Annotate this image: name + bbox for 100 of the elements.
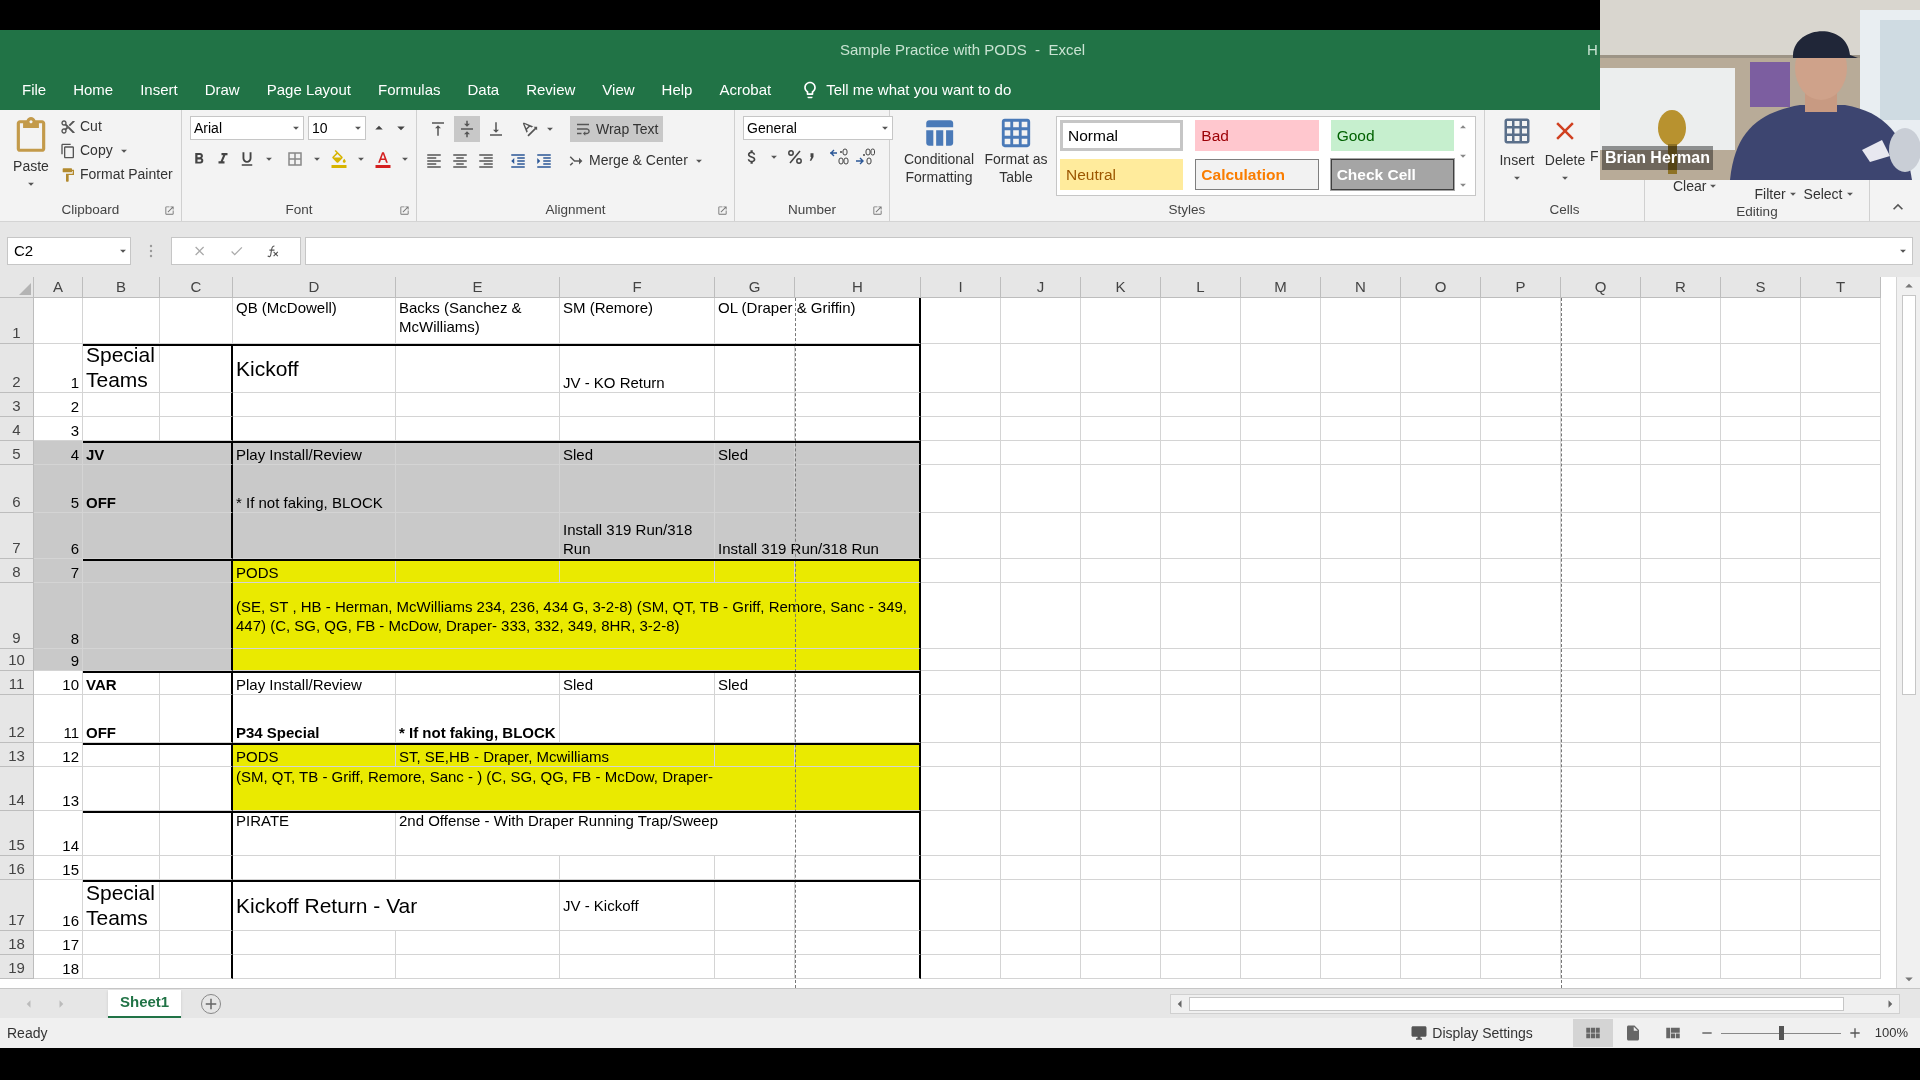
tell-me-search[interactable]: Tell me what you want to do: [826, 78, 1012, 102]
paste-button[interactable]: Paste: [8, 116, 54, 199]
cell-style-swatch[interactable]: Neutral: [1060, 159, 1184, 190]
merge-center-button[interactable]: Merge & Center: [567, 150, 706, 171]
font-name-field[interactable]: Arial: [190, 116, 304, 140]
ribbon-tab[interactable]: Draw: [204, 78, 240, 102]
wrap-text-button[interactable]: Wrap Text: [570, 116, 663, 142]
table-cell: 8: [34, 583, 83, 649]
group-label: Alignment: [545, 200, 606, 219]
group-label: Styles: [1168, 200, 1206, 219]
column-header[interactable]: D: [233, 277, 396, 297]
table-cell: OFF: [83, 465, 233, 513]
table-cell: 15: [34, 856, 83, 880]
conditional-formatting-button[interactable]: Conditional Formatting: [898, 116, 980, 199]
column-header[interactable]: B: [83, 277, 160, 297]
column-header[interactable]: I: [921, 277, 1001, 297]
column-header[interactable]: K: [1081, 277, 1161, 297]
column-header[interactable]: C: [160, 277, 233, 297]
insert-button[interactable]: Insert: [1493, 116, 1541, 199]
format-as-table-button[interactable]: Format as Table: [980, 116, 1052, 199]
row-header[interactable]: 8: [0, 559, 34, 583]
table-cell: 4: [34, 441, 83, 465]
column-header[interactable]: F: [560, 277, 715, 297]
table-cell: Sled: [560, 441, 715, 465]
column-header[interactable]: E: [396, 277, 560, 297]
table-cell: 5: [34, 465, 83, 513]
row-header[interactable]: 19: [0, 955, 34, 979]
column-header[interactable]: R: [1641, 277, 1721, 297]
font-size-field[interactable]: 10: [308, 116, 366, 140]
row-header[interactable]: 2: [0, 344, 34, 393]
column-header[interactable]: N: [1321, 277, 1401, 297]
table-cell: 11: [34, 695, 83, 743]
table-cell: Sled: [560, 671, 715, 695]
table-cell: JV - Kickoff: [560, 880, 715, 931]
row-header[interactable]: 6: [0, 465, 34, 513]
delete-button[interactable]: Delete: [1541, 116, 1589, 199]
ribbon-tab[interactable]: Home: [73, 78, 114, 102]
table-cell: 2: [34, 393, 83, 417]
sheet-tab[interactable]: Sheet1: [108, 989, 182, 1018]
table-cell: JV - KO Return: [560, 344, 715, 393]
ribbon-tab[interactable]: View: [602, 78, 635, 102]
group-label: Editing: [1736, 203, 1778, 221]
column-header[interactable]: S: [1721, 277, 1801, 297]
column-header[interactable]: J: [1001, 277, 1081, 297]
row-header[interactable]: 7: [0, 513, 34, 559]
filter-button[interactable]: Filter: [1754, 186, 1800, 202]
format-button[interactable]: F: [1590, 148, 1599, 164]
number-format-field[interactable]: General: [743, 116, 893, 140]
row-header[interactable]: 18: [0, 931, 34, 955]
row-header[interactable]: 9: [0, 583, 34, 649]
column-header[interactable]: P: [1481, 277, 1561, 297]
table-cell: PODS: [233, 559, 396, 583]
ribbon-tab[interactable]: Page Layout: [266, 78, 351, 102]
table-cell: 14: [34, 811, 83, 856]
row-header[interactable]: 17: [0, 880, 34, 931]
copy-button[interactable]: Copy: [60, 140, 173, 161]
table-cell: Play Install/Review: [233, 671, 396, 695]
cell-style-swatch[interactable]: Normal: [1060, 120, 1184, 151]
row-header[interactable]: 15: [0, 811, 34, 856]
column-header[interactable]: T: [1801, 277, 1881, 297]
ribbon-tab[interactable]: Acrobat: [719, 78, 772, 102]
row-header[interactable]: 14: [0, 767, 34, 811]
ribbon-tab[interactable]: File: [22, 78, 47, 102]
row-header[interactable]: 5: [0, 441, 34, 465]
table-cell: PIRATE: [233, 811, 396, 856]
column-header[interactable]: H: [795, 277, 921, 297]
format-painter-button[interactable]: Format Painter: [60, 164, 173, 185]
row-header[interactable]: 1: [0, 298, 34, 344]
column-header[interactable]: L: [1161, 277, 1241, 297]
row-header[interactable]: 12: [0, 695, 34, 743]
table-cell: Sled: [715, 671, 795, 695]
row-header[interactable]: 3: [0, 393, 34, 417]
row-header[interactable]: 11: [0, 671, 34, 695]
column-header[interactable]: A: [34, 277, 83, 297]
name-box[interactable]: C2: [7, 237, 131, 265]
cut-button[interactable]: Cut: [60, 116, 173, 137]
ribbon-tab[interactable]: Review: [526, 78, 576, 102]
table-cell: 9: [34, 649, 83, 671]
ribbon-tab[interactable]: Data: [467, 78, 500, 102]
cell-style-swatch[interactable]: Bad: [1195, 120, 1319, 151]
row-header[interactable]: 4: [0, 417, 34, 441]
table-cell: 7: [34, 559, 83, 583]
table-cell: 6: [34, 513, 83, 559]
row-header[interactable]: 16: [0, 856, 34, 880]
column-header[interactable]: Q: [1561, 277, 1641, 297]
table-cell: * If not faking, BLOCK: [233, 465, 396, 513]
ribbon-tab[interactable]: Insert: [140, 78, 178, 102]
row-header[interactable]: 10: [0, 649, 34, 671]
select-button[interactable]: Select: [1803, 186, 1857, 202]
table-cell: 17: [34, 931, 83, 955]
account-name[interactable]: H: [1587, 38, 1598, 62]
column-header[interactable]: M: [1241, 277, 1321, 297]
group-label: Font: [285, 200, 313, 219]
cell-style-swatch[interactable]: Good: [1330, 120, 1454, 151]
ribbon-tab[interactable]: Formulas: [377, 78, 441, 102]
display-settings-button[interactable]: Display Settings: [1410, 1022, 1533, 1044]
ribbon-tab[interactable]: Help: [661, 78, 693, 102]
column-header[interactable]: G: [715, 277, 795, 297]
row-header[interactable]: 13: [0, 743, 34, 767]
column-header[interactable]: O: [1401, 277, 1481, 297]
